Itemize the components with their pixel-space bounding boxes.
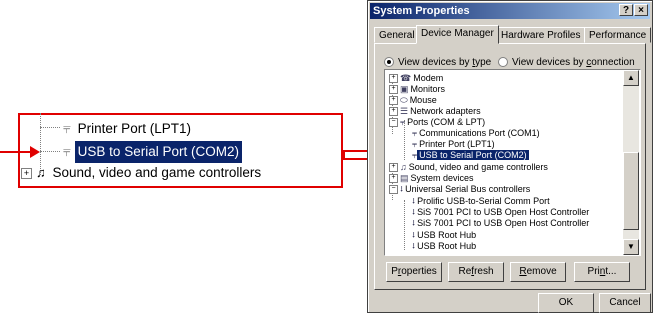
- radio-by-connection[interactable]: View devices by connection: [498, 56, 635, 70]
- tree-item-label: Communications Port (COM1): [419, 128, 540, 138]
- tree-item[interactable]: ⫧ Printer Port (LPT1): [412, 139, 497, 150]
- tree-item-label: SiS 7001 PCI to USB Open Host Controller: [417, 207, 590, 217]
- callout-arrow-left: [0, 151, 30, 153]
- radio-label: View devices by type: [398, 57, 492, 68]
- tree-item-label: SiS 7001 PCI to USB Open Host Controller: [417, 218, 590, 228]
- print-button[interactable]: Print...: [574, 262, 630, 282]
- zoom-row-sound: ♫ Sound, video and game controllers: [36, 162, 264, 184]
- tree-item-label: Sound, video and game controllers: [408, 162, 548, 172]
- tree-item[interactable]: ⫧ Ports (COM & LPT): [400, 117, 487, 128]
- help-button[interactable]: ?: [619, 4, 633, 16]
- tree-item[interactable]: ▣ Monitors: [400, 84, 447, 95]
- zoom-row-usb-serial: ⫧ USB to Serial Port (COM2): [63, 140, 242, 163]
- refresh-button[interactable]: Refresh: [448, 262, 504, 282]
- properties-button[interactable]: Properties: [386, 262, 442, 282]
- tree-item-label: USB to Serial Port (COM2): [417, 150, 529, 160]
- tab-general[interactable]: General: [374, 27, 420, 43]
- tree-item[interactable]: ⫧ Communications Port (COM1): [412, 128, 542, 139]
- tree-item-label: Monitors: [410, 84, 446, 94]
- zoom-tree: ⫧ Printer Port (LPT1) ⫧ USB to Serial Po…: [18, 113, 343, 188]
- close-button[interactable]: ×: [634, 4, 648, 16]
- tree-item[interactable]: ♫ Sound, video and game controllers: [400, 162, 550, 173]
- network-icon: ☰: [400, 106, 409, 116]
- radio-selected-icon: [384, 57, 394, 68]
- ok-button[interactable]: OK: [538, 293, 594, 313]
- radio-unselected-icon: [498, 57, 508, 68]
- scroll-up-icon[interactable]: ▲: [623, 70, 639, 86]
- expand-icon[interactable]: +: [389, 107, 398, 116]
- tree-item[interactable]: ▤ System devices: [400, 173, 476, 184]
- port-icon: ⫧: [63, 120, 71, 136]
- expand-icon[interactable]: +: [389, 174, 398, 183]
- expand-icon[interactable]: +: [389, 96, 398, 105]
- system-icon: ▤: [400, 173, 409, 183]
- tab-performance[interactable]: Performance: [584, 27, 652, 43]
- tree-item[interactable]: ☎ Modem: [400, 73, 445, 84]
- tree-item[interactable]: ⭭ Universal Serial Bus controllers: [400, 184, 532, 195]
- tree-item[interactable]: ☰ Network adapters: [400, 106, 483, 117]
- modem-icon: ☎: [400, 73, 412, 83]
- tree-item-label: Mouse: [409, 95, 437, 105]
- tree-item[interactable]: ⭭ USB Root Hub: [412, 241, 478, 252]
- arrow-head: [30, 146, 40, 158]
- tree-item-label: Modem: [413, 73, 444, 83]
- tree-item[interactable]: ⭭ SiS 7001 PCI to USB Open Host Controlle…: [412, 218, 591, 229]
- tab-device-manager[interactable]: Device Manager: [416, 25, 499, 44]
- collapse-icon[interactable]: −: [389, 118, 398, 127]
- monitor-icon: ▣: [400, 84, 409, 94]
- scroll-down-icon[interactable]: ▼: [623, 239, 639, 255]
- zoom-row-label: USB to Serial Port (COM2): [74, 141, 242, 163]
- zoom-row-label: Sound, video and game controllers: [52, 165, 262, 180]
- tree-item-label: System devices: [410, 173, 474, 183]
- zoom-row-printer-port: ⫧ Printer Port (LPT1): [63, 117, 194, 139]
- sound-icon: ♫: [400, 162, 407, 172]
- tree-item-label: Prolific USB-to-Serial Comm Port: [417, 196, 550, 206]
- scroll-thumb[interactable]: [623, 152, 639, 230]
- sound-icon: ♫: [36, 165, 46, 180]
- tree-item-label: Printer Port (LPT1): [419, 139, 495, 149]
- tree-item[interactable]: ⫧ USB to Serial Port (COM2): [412, 150, 529, 161]
- tree-item-label: USB Root Hub: [417, 241, 477, 251]
- tree-line: [40, 127, 60, 128]
- title-bar: System Properties ? ×: [370, 3, 650, 19]
- tree-item-label: Ports (COM & LPT): [407, 117, 486, 127]
- dialog-title: System Properties: [373, 5, 470, 17]
- tree-item[interactable]: ⭭ Prolific USB-to-Serial Comm Port: [412, 196, 552, 207]
- tab-hardware-profiles[interactable]: Hardware Profiles: [496, 27, 586, 43]
- tree-item[interactable]: ⬭ Mouse: [400, 95, 439, 106]
- tree-line: [404, 200, 405, 250]
- mouse-icon: ⬭: [400, 95, 408, 105]
- radio-label: View devices by connection: [512, 57, 635, 68]
- tree-item[interactable]: ⭭ SiS 7001 PCI to USB Open Host Controlle…: [412, 207, 591, 218]
- port-icon: ⫧: [63, 143, 71, 159]
- radio-by-type[interactable]: View devices by type: [384, 56, 491, 70]
- remove-button[interactable]: Remove: [510, 262, 566, 282]
- tree-item-label: Network adapters: [410, 106, 481, 116]
- cancel-button[interactable]: Cancel: [599, 293, 651, 313]
- tree-item[interactable]: ⭭ USB Root Hub: [412, 230, 478, 241]
- expand-icon: +: [21, 168, 32, 179]
- expand-icon[interactable]: +: [389, 163, 398, 172]
- collapse-icon[interactable]: −: [389, 185, 398, 194]
- tree-item-label: Universal Serial Bus controllers: [405, 184, 531, 194]
- zoom-row-label: Printer Port (LPT1): [77, 121, 191, 136]
- tree-scrollbar[interactable]: ▲ ▼: [623, 70, 639, 255]
- tree-line: [40, 151, 60, 152]
- expand-icon[interactable]: +: [389, 74, 398, 83]
- tree-item-label: USB Root Hub: [417, 230, 477, 240]
- expand-icon[interactable]: +: [389, 85, 398, 94]
